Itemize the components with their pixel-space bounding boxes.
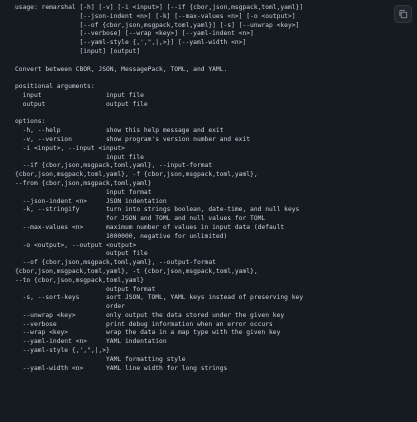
code-line: --max-values <n> maximum number of value… bbox=[15, 223, 285, 231]
code-line: --if {cbor,json,msgpack,toml,yaml}, --in… bbox=[15, 162, 213, 170]
copy-icon bbox=[399, 9, 408, 19]
code-line: output output file bbox=[15, 100, 148, 108]
code-line: [input] [output] bbox=[15, 47, 141, 55]
code-line: --yaml-style {,',",|,>} bbox=[15, 347, 110, 355]
code-line: [--json-indent <n>] [-k] [--max-values <… bbox=[15, 12, 296, 20]
code-text: usage: remarshal [-h] [-v] [-i <input>] … bbox=[15, 4, 417, 373]
code-line: [--verbose] [--wrap <key>] [--yaml-inden… bbox=[15, 30, 254, 38]
copy-button[interactable] bbox=[394, 5, 412, 23]
code-line: --wrap <key> wrap the data in a map type… bbox=[15, 329, 281, 337]
code-line: -i <input>, --input <input> bbox=[15, 144, 125, 152]
code-line: --json-indent <n> JSON indentation bbox=[15, 197, 167, 205]
code-line: --yaml-width <n> YAML line width for lon… bbox=[15, 364, 228, 372]
code-line: output format bbox=[15, 285, 156, 293]
code-line: --of {cbor,json,msgpack,toml,yaml}, --ou… bbox=[15, 259, 216, 267]
code-line: input file bbox=[15, 153, 144, 161]
code-line: input format bbox=[15, 188, 152, 196]
code-line: YAML formatting style bbox=[15, 355, 186, 363]
code-line: [--yaml-style {,',",|,>}] [--yaml-width … bbox=[15, 39, 247, 47]
code-line: input input file bbox=[15, 91, 144, 99]
code-line: --verbose print debug information when a… bbox=[15, 320, 273, 328]
code-line: --to {cbor,json,msgpack,toml,yaml} bbox=[15, 276, 144, 284]
code-line: --yaml-indent <n> YAML indentation bbox=[15, 338, 167, 346]
code-line: --from {cbor,json,msgpack,toml,yaml} bbox=[15, 179, 152, 187]
code-line: {cbor,json,msgpack,toml,yaml}, -f {cbor,… bbox=[15, 171, 258, 179]
code-line: -o <output>, --output <output> bbox=[15, 241, 137, 249]
code-line: [--of {cbor,json,msgpack,toml,yaml}] [-s… bbox=[15, 21, 300, 29]
code-line: usage: remarshal [-h] [-v] [-i <input>] … bbox=[15, 4, 304, 11]
code-line: --unwrap <key> only output the data stor… bbox=[15, 311, 285, 319]
code-line: -s, --sort-keys sort JSON, TOML, YAML ke… bbox=[15, 294, 304, 302]
code-line: -k, --stringify turn into strings boolea… bbox=[15, 206, 300, 214]
code-line: Convert between CBOR, JSON, MessagePack,… bbox=[15, 65, 228, 73]
code-line: -h, --help show this help message and ex… bbox=[15, 127, 224, 135]
code-line: options: bbox=[15, 118, 46, 126]
code-line: positional arguments: bbox=[15, 83, 95, 91]
code-line: for JSON and TOML and null values for TO… bbox=[15, 215, 266, 223]
code-line: output file bbox=[15, 250, 148, 258]
code-line: 1000000, negative for unlimited) bbox=[15, 232, 228, 240]
code-line: -v, --version show program's version num… bbox=[15, 135, 251, 143]
code-block: usage: remarshal [-h] [-v] [-i <input>] … bbox=[0, 0, 417, 422]
code-line: order bbox=[15, 303, 125, 311]
code-line: {cbor,json,msgpack,toml,yaml}, -t {cbor,… bbox=[15, 267, 258, 275]
